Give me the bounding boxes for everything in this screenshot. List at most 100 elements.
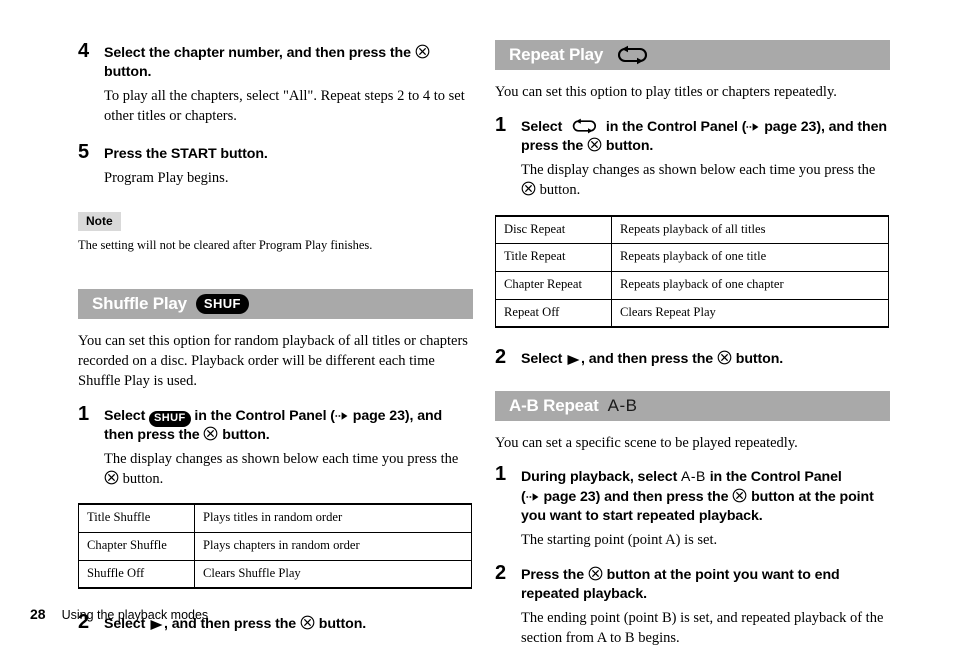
step-4: 4 Select the chapter number, and then pr…	[78, 40, 473, 127]
repeat-step-2: 2 Select , and then press the button.	[495, 346, 890, 369]
step-heading-text-d: page 23) and then press the	[539, 488, 733, 505]
step-number: 2	[495, 346, 507, 369]
step-heading: Select SHUF in the Control Panel ( page …	[104, 407, 473, 445]
ab-badge-label: A-B	[607, 396, 638, 416]
step-number: 1	[495, 114, 507, 136]
ab-repeat-step-2: 2 Press the button at the point you want…	[495, 562, 890, 649]
step-heading-text-d: button.	[602, 138, 654, 155]
description-cell: Clears Shuffle Play	[194, 559, 472, 589]
page-number: 28	[30, 606, 46, 622]
table-row: Title Shuffle Plays titles in random ord…	[78, 504, 472, 533]
step-heading-text-d: button.	[218, 426, 270, 443]
play-triangle-icon	[567, 354, 580, 365]
page-footer: 28 Using the playback modes	[30, 606, 208, 622]
section-header-shuffle-play: Shuffle Play SHUF	[78, 288, 473, 319]
section-header-ab-repeat: A-B Repeat A-B	[495, 391, 890, 422]
note-badge: Note	[78, 212, 121, 232]
table-row: Title Repeat Repeats playback of one tit…	[495, 243, 889, 272]
repeat-intro: You can set this option to play titles o…	[495, 84, 837, 100]
step-subtext: The display changes as shown below each …	[104, 450, 473, 489]
repeat-loop-icon	[572, 118, 597, 134]
option-cell: Repeat Off	[495, 298, 612, 328]
section-title: A-B Repeat	[509, 396, 599, 416]
shuf-badge-icon: SHUF	[149, 410, 191, 427]
step-number: 2	[495, 562, 507, 585]
ab-badge-inline: A-B	[681, 468, 706, 485]
step-subtext: To play all the chapters, select "All". …	[104, 88, 465, 124]
step-heading: During playback, select A-B in the Contr…	[521, 467, 890, 525]
step-number: 1	[78, 402, 90, 425]
cross-circle-icon	[300, 616, 315, 630]
step-heading-text-b: button.	[104, 64, 152, 81]
cross-circle-icon	[732, 488, 747, 502]
step-heading: Select the chapter number, and then pres…	[104, 44, 473, 82]
ab-repeat-step-1: 1 During playback, select A-B in the Con…	[495, 463, 890, 550]
section-header-repeat-play: Repeat Play	[495, 40, 890, 70]
step-heading: Press the START button.	[104, 145, 268, 162]
table-row: Chapter Repeat Repeats playback of one c…	[495, 270, 889, 300]
section-title: Shuffle Play	[92, 293, 187, 313]
table-row: Disc Repeat Repeats playback of all titl…	[495, 215, 889, 244]
cross-circle-icon	[717, 351, 732, 365]
table-body: Disc Repeat Repeats playback of all titl…	[495, 215, 889, 328]
shuffle-step-1: 1 Select SHUF in the Control Panel ( pag…	[78, 402, 473, 490]
dotted-arrow-icon	[526, 493, 539, 501]
step-subtext-b: button.	[536, 181, 581, 198]
option-cell: Title Repeat	[495, 243, 612, 272]
shuf-badge-label: SHUF	[195, 293, 249, 314]
step-heading-text-a: Press the	[521, 567, 588, 584]
step-heading-text-a: Select the chapter number, and then pres…	[104, 45, 415, 61]
step-number: 1	[495, 463, 507, 486]
step-heading-text-b: in the Control Panel (	[602, 119, 747, 135]
option-cell: Chapter Shuffle	[78, 531, 195, 561]
table-row: Repeat Off Clears Repeat Play	[495, 298, 889, 328]
footer-title: Using the playback modes	[61, 608, 209, 622]
step-subtext: The ending point (point B) is set, and r…	[521, 610, 884, 647]
step-heading-text-b: in the Control Panel	[705, 469, 842, 486]
step-subtext-a: The display changes as shown below each …	[521, 162, 876, 179]
option-cell: Shuffle Off	[78, 559, 195, 589]
ab-badge: A-B	[608, 396, 638, 416]
table-row: Shuffle Off Clears Shuffle Play	[78, 559, 472, 589]
step-number: 5	[78, 140, 90, 163]
repeat-step-1: 1 Select in the Control Panel ( page 23)…	[495, 114, 890, 201]
section-title: Repeat Play	[509, 45, 604, 64]
step-heading-text-a: Select	[104, 407, 150, 424]
description-cell: Repeats playback of all titles	[611, 215, 889, 244]
step-subtext: Program Play begins.	[104, 169, 229, 186]
description-cell: Repeats playback of one title	[611, 243, 889, 272]
step-heading: Select in the Control Panel ( page 23), …	[521, 118, 890, 156]
step-subtext-b: button.	[119, 470, 164, 487]
step-heading-text-b: , and then press the	[581, 351, 717, 368]
step-number: 4	[78, 40, 90, 62]
note-block: Note The setting will not be cleared aft…	[78, 212, 473, 255]
table-body: Title Shuffle Plays titles in random ord…	[78, 504, 472, 589]
table-row: Chapter Shuffle Plays chapters in random…	[78, 531, 472, 561]
repeat-loop-icon-glyph	[618, 45, 648, 65]
step-subtext: The display changes as shown below each …	[521, 161, 890, 200]
shuf-badge-icon: SHUF	[195, 293, 249, 314]
shuffle-options-table: Title Shuffle Plays titles in random ord…	[78, 503, 472, 590]
step-subtext: The starting point (point A) is set.	[521, 531, 718, 548]
step-5: 5 Press the START button. Program Play b…	[78, 140, 473, 189]
dotted-arrow-icon	[335, 412, 348, 420]
description-cell: Plays chapters in random order	[194, 531, 472, 561]
dotted-arrow-icon	[746, 123, 759, 131]
right-column: Repeat Play You can set this option to p…	[495, 40, 890, 649]
description-cell: Plays titles in random order	[194, 504, 472, 533]
repeat-loop-icon	[612, 45, 652, 65]
repeat-options-table: Disc Repeat Repeats playback of all titl…	[495, 214, 889, 329]
description-cell: Clears Repeat Play	[611, 298, 889, 328]
step-heading: Press the button at the point you want t…	[521, 566, 890, 604]
option-cell: Disc Repeat	[495, 215, 612, 244]
cross-circle-icon	[587, 137, 602, 152]
note-text: The setting will not be cleared after Pr…	[78, 238, 373, 253]
step-heading: Select , and then press the button.	[521, 350, 890, 369]
manual-page: 4 Select the chapter number, and then pr…	[0, 0, 954, 652]
step-subtext-a: The display changes as shown below each …	[104, 450, 459, 467]
step-heading-text-a: Select	[521, 351, 567, 368]
cross-circle-icon	[204, 426, 218, 441]
cross-circle-icon	[415, 44, 430, 59]
step-heading-text-a: Select	[521, 119, 567, 135]
cross-circle-icon	[104, 470, 119, 484]
